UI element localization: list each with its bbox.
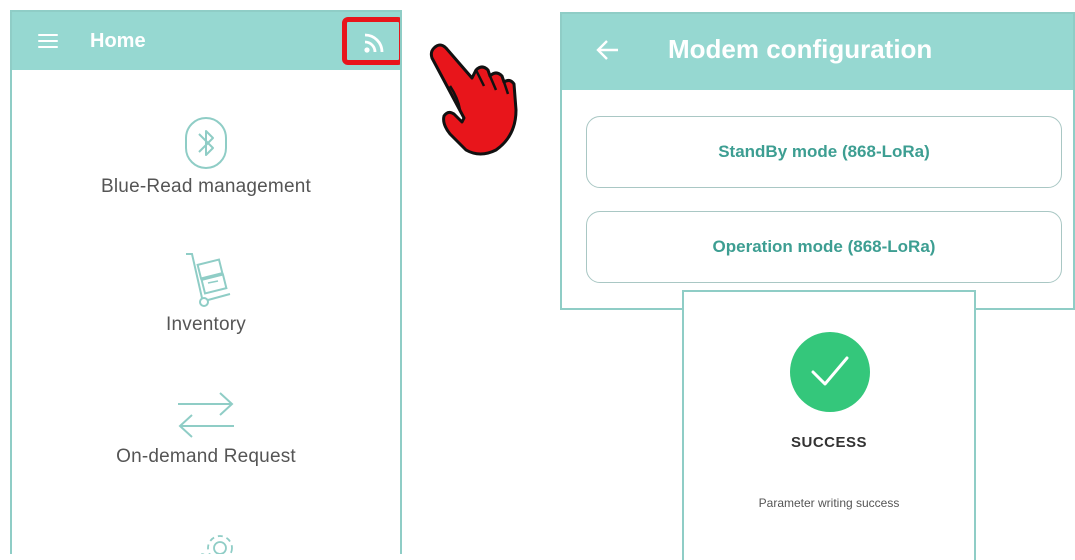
modem-title: Modem configuration (668, 34, 933, 64)
rss-icon (364, 33, 384, 53)
rss-feed-button[interactable] (342, 17, 400, 65)
success-dialog: SUCCESS Parameter writing success (682, 290, 976, 560)
back-arrow-icon[interactable] (596, 38, 620, 62)
home-topbar: Home (12, 12, 400, 70)
menu-item-on-demand-request[interactable]: On-demand Request (12, 390, 400, 468)
check-icon (811, 356, 849, 386)
modem-configuration-screen: Modem configuration StandBy mode (868-Lo… (560, 12, 1075, 310)
menu-item-settings[interactable] (12, 528, 400, 554)
dialog-title: SUCCESS (790, 434, 868, 451)
menu-item-inventory[interactable]: Inventory (12, 250, 400, 336)
hamburger-menu-icon[interactable] (38, 34, 58, 48)
gear-icon (199, 535, 233, 554)
pointing-hand-icon (429, 43, 518, 156)
menu-item-label: Inventory (166, 314, 246, 335)
operation-mode-button[interactable]: Operation mode (868-LoRa) (586, 211, 1062, 283)
standby-mode-button[interactable]: StandBy mode (868-LoRa) (586, 116, 1062, 188)
home-title: Home (90, 30, 146, 52)
hand-truck-icon (186, 253, 231, 307)
transfer-arrows-icon (178, 392, 234, 438)
menu-item-blue-read[interactable]: Blue-Read management (12, 116, 400, 198)
bluetooth-icon (185, 117, 227, 169)
home-screen: Home Blue-Read management Inventory On-d… (10, 10, 402, 554)
success-badge (790, 332, 870, 412)
dialog-message: Parameter writing success (758, 496, 900, 510)
modem-topbar: Modem configuration (562, 14, 1073, 90)
menu-item-label: Blue-Read management (101, 176, 311, 197)
menu-item-label: On-demand Request (116, 446, 296, 467)
